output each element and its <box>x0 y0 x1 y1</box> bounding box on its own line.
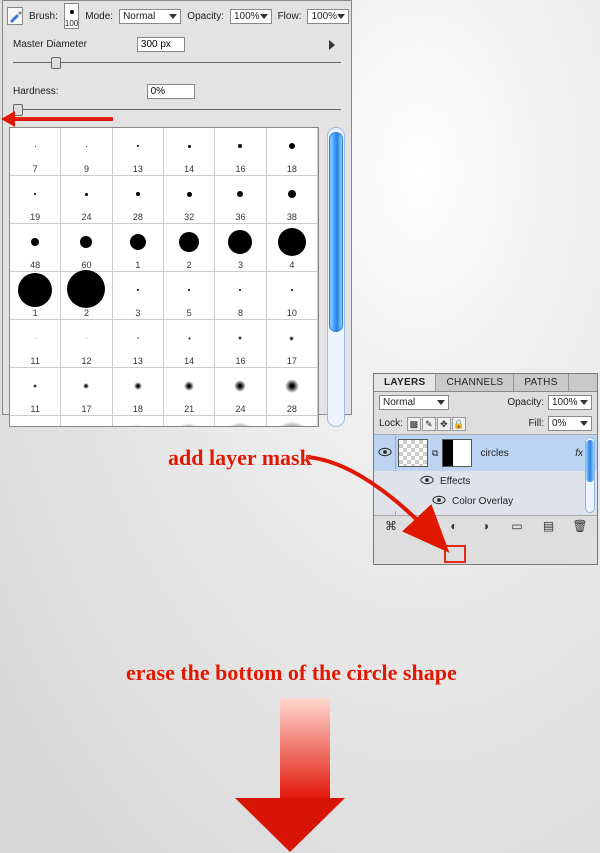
hardness-label: Hardness: <box>13 86 59 97</box>
brush-preset[interactable]: 17 <box>61 368 112 416</box>
brush-preset[interactable]: 1 <box>10 272 61 320</box>
brush-preset[interactable]: 7 <box>10 128 61 176</box>
brush-tool-icon[interactable] <box>7 7 23 25</box>
brush-preset[interactable]: 17 <box>267 320 318 368</box>
brush-preset[interactable]: 65 <box>215 416 266 427</box>
brush-preset[interactable]: 16 <box>215 320 266 368</box>
brush-preset[interactable]: 100 <box>267 416 318 427</box>
master-diameter-label: Master Diameter <box>13 39 87 50</box>
layer-blend-mode-select[interactable]: Normal <box>379 395 449 410</box>
brush-presets-panel: Brush: 100 Mode: Normal Opacity: 100% Fl… <box>2 0 352 415</box>
brush-preset[interactable]: 18 <box>113 368 164 416</box>
chevron-down-icon <box>580 400 588 405</box>
brush-preset[interactable]: 10 <box>267 272 318 320</box>
preset-scrollbar[interactable] <box>327 127 345 427</box>
brush-preset[interactable]: 3 <box>215 224 266 272</box>
tab-channels[interactable]: CHANNELS <box>436 374 514 391</box>
brush-preset[interactable]: 16 <box>215 128 266 176</box>
opacity-field[interactable]: 100% <box>230 9 272 24</box>
brush-preset[interactable]: 13 <box>113 320 164 368</box>
lock-icons-group: ▩✎✥🔒 <box>407 417 467 431</box>
flow-field[interactable]: 100% <box>307 9 349 24</box>
layer-opacity-label: Opacity: <box>507 397 544 408</box>
chevron-down-icon <box>169 14 177 19</box>
brush-preset[interactable]: 36 <box>215 176 266 224</box>
brush-preset[interactable]: 24 <box>61 176 112 224</box>
brush-preset[interactable]: 5 <box>164 272 215 320</box>
brush-preset[interactable]: 11 <box>10 320 61 368</box>
brush-preset[interactable]: 1 <box>113 224 164 272</box>
fill-label: Fill: <box>528 418 544 429</box>
chevron-down-icon <box>580 421 588 426</box>
hardness-input[interactable] <box>147 84 195 99</box>
annotation-erase: erase the bottom of the circle shape <box>126 660 457 686</box>
brush-preset[interactable]: 38 <box>267 176 318 224</box>
layer-name: circles <box>480 448 508 459</box>
tab-layers[interactable]: LAYERS <box>374 374 436 391</box>
mode-label: Mode: <box>85 11 113 22</box>
lock-all-icon[interactable]: 🔒 <box>452 417 466 431</box>
adjustment-layer-icon[interactable]: ◑ <box>477 519 495 533</box>
fx-badge[interactable]: fx <box>575 448 583 459</box>
chevron-down-icon <box>337 14 345 19</box>
fill-field[interactable]: 0% <box>548 416 592 431</box>
brush-preset[interactable]: 48 <box>113 416 164 427</box>
brush-preset[interactable]: 48 <box>10 224 61 272</box>
tab-paths[interactable]: PATHS <box>514 374 568 391</box>
opacity-label: Opacity: <box>187 11 224 22</box>
brush-preset[interactable]: 60 <box>61 224 112 272</box>
brush-toolbar: Brush: 100 Mode: Normal Opacity: 100% Fl… <box>3 1 351 31</box>
brush-preset[interactable]: 9 <box>61 128 112 176</box>
panel-tabs: LAYERS CHANNELS PATHS <box>374 374 597 392</box>
brush-preset[interactable]: 18 <box>267 128 318 176</box>
lock-transparency-icon[interactable]: ▩ <box>407 417 421 431</box>
delete-layer-icon[interactable]: 🗑 <box>571 519 589 533</box>
brush-preset[interactable]: 14 <box>164 320 215 368</box>
brush-preset[interactable]: 35 <box>10 416 61 427</box>
hardness-annotation-arrow <box>13 117 113 121</box>
brush-preset[interactable]: 60 <box>164 416 215 427</box>
layers-scrollbar[interactable] <box>585 437 595 513</box>
brush-preset[interactable]: 8 <box>215 272 266 320</box>
layer-opacity-field[interactable]: 100% <box>548 395 592 410</box>
brush-preset[interactable]: 28 <box>267 368 318 416</box>
lock-position-icon[interactable]: ✥ <box>437 417 451 431</box>
blend-mode-select[interactable]: Normal <box>119 9 181 24</box>
brush-preset-grid[interactable]: 7913141618192428323638486012341235810111… <box>9 127 319 427</box>
new-group-icon[interactable]: ▭ <box>508 519 526 533</box>
flyout-menu-icon[interactable] <box>329 40 335 50</box>
brush-preset[interactable]: 14 <box>164 128 215 176</box>
new-layer-icon[interactable]: ▤ <box>540 519 558 533</box>
brush-preset[interactable]: 11 <box>10 368 61 416</box>
brush-preset[interactable]: 32 <box>164 176 215 224</box>
brush-preset[interactable]: 2 <box>61 272 112 320</box>
chevron-down-icon <box>437 400 445 405</box>
annotation-add-layer-mask: add layer mask <box>168 445 312 471</box>
brush-preset[interactable]: 24 <box>215 368 266 416</box>
brush-label: Brush: <box>29 11 58 22</box>
brush-preset[interactable]: 12 <box>61 320 112 368</box>
brush-preset[interactable]: 4 <box>267 224 318 272</box>
chevron-down-icon <box>260 14 268 19</box>
big-down-arrow <box>265 698 345 852</box>
brush-preset[interactable]: 19 <box>10 176 61 224</box>
brush-preset[interactable]: 13 <box>113 128 164 176</box>
hardness-slider[interactable] <box>13 103 341 117</box>
flow-label: Flow: <box>278 11 302 22</box>
brush-preset[interactable]: 45 <box>61 416 112 427</box>
brush-preset[interactable]: 3 <box>113 272 164 320</box>
brush-preset[interactable]: 2 <box>164 224 215 272</box>
master-diameter-slider[interactable] <box>13 56 341 70</box>
brush-preset[interactable]: 21 <box>164 368 215 416</box>
brush-size-thumb[interactable]: 100 <box>64 3 79 29</box>
annotation-arrow-mask <box>304 451 454 559</box>
lock-image-icon[interactable]: ✎ <box>422 417 436 431</box>
master-diameter-input[interactable] <box>137 37 185 52</box>
lock-label: Lock: <box>379 418 403 429</box>
brush-preset[interactable]: 28 <box>113 176 164 224</box>
